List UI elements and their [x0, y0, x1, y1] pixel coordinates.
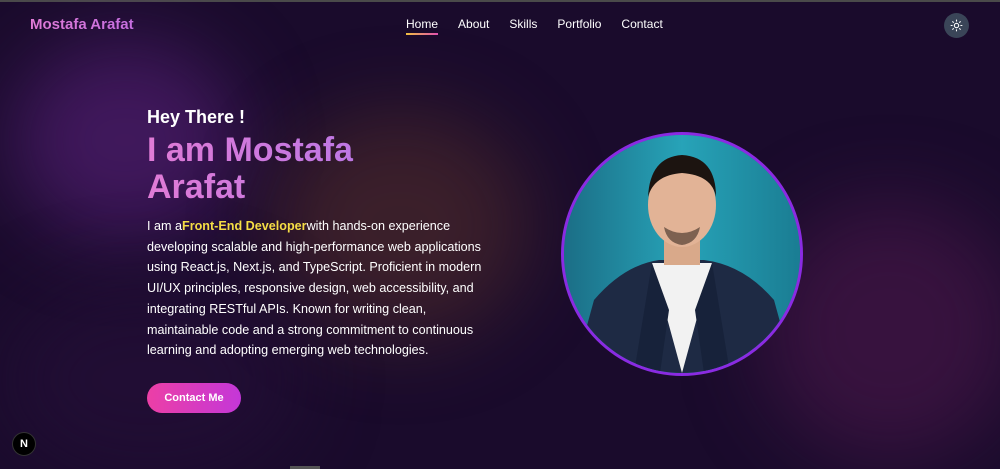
profile-photo	[561, 132, 803, 376]
nav-link-skills[interactable]: Skills	[509, 17, 537, 31]
bio-text: with hands-on experience developing scal…	[147, 219, 482, 358]
contact-me-button[interactable]: Contact Me	[147, 383, 241, 413]
bio-prefix: I am a	[147, 219, 182, 233]
hero-bio: I am aFront-End Developerwith hands-on e…	[147, 216, 492, 361]
nav-link-contact[interactable]: Contact	[621, 17, 662, 31]
hero-greeting: Hey There !	[147, 107, 246, 127]
nav-links: Home About Skills Portfolio Contact	[406, 17, 683, 35]
profile-photo-illustration	[564, 135, 800, 373]
site-logo[interactable]: Mostafa Arafat	[30, 16, 134, 33]
hero-name: I am Mostafa Arafat	[147, 132, 407, 206]
bio-role-highlight: Front-End Developer	[182, 219, 307, 233]
hero-section: Hey There ! I am Mostafa Arafat I am aFr…	[147, 107, 497, 361]
nav-link-about[interactable]: About	[458, 17, 489, 31]
sun-icon	[950, 19, 963, 32]
navbar: Mostafa Arafat Home About Skills Portfol…	[0, 2, 1000, 46]
nav-link-home[interactable]: Home	[406, 17, 439, 35]
theme-toggle-button[interactable]	[944, 13, 969, 38]
nav-link-portfolio[interactable]: Portfolio	[557, 17, 601, 31]
nextjs-dev-badge[interactable]: N	[12, 432, 36, 456]
